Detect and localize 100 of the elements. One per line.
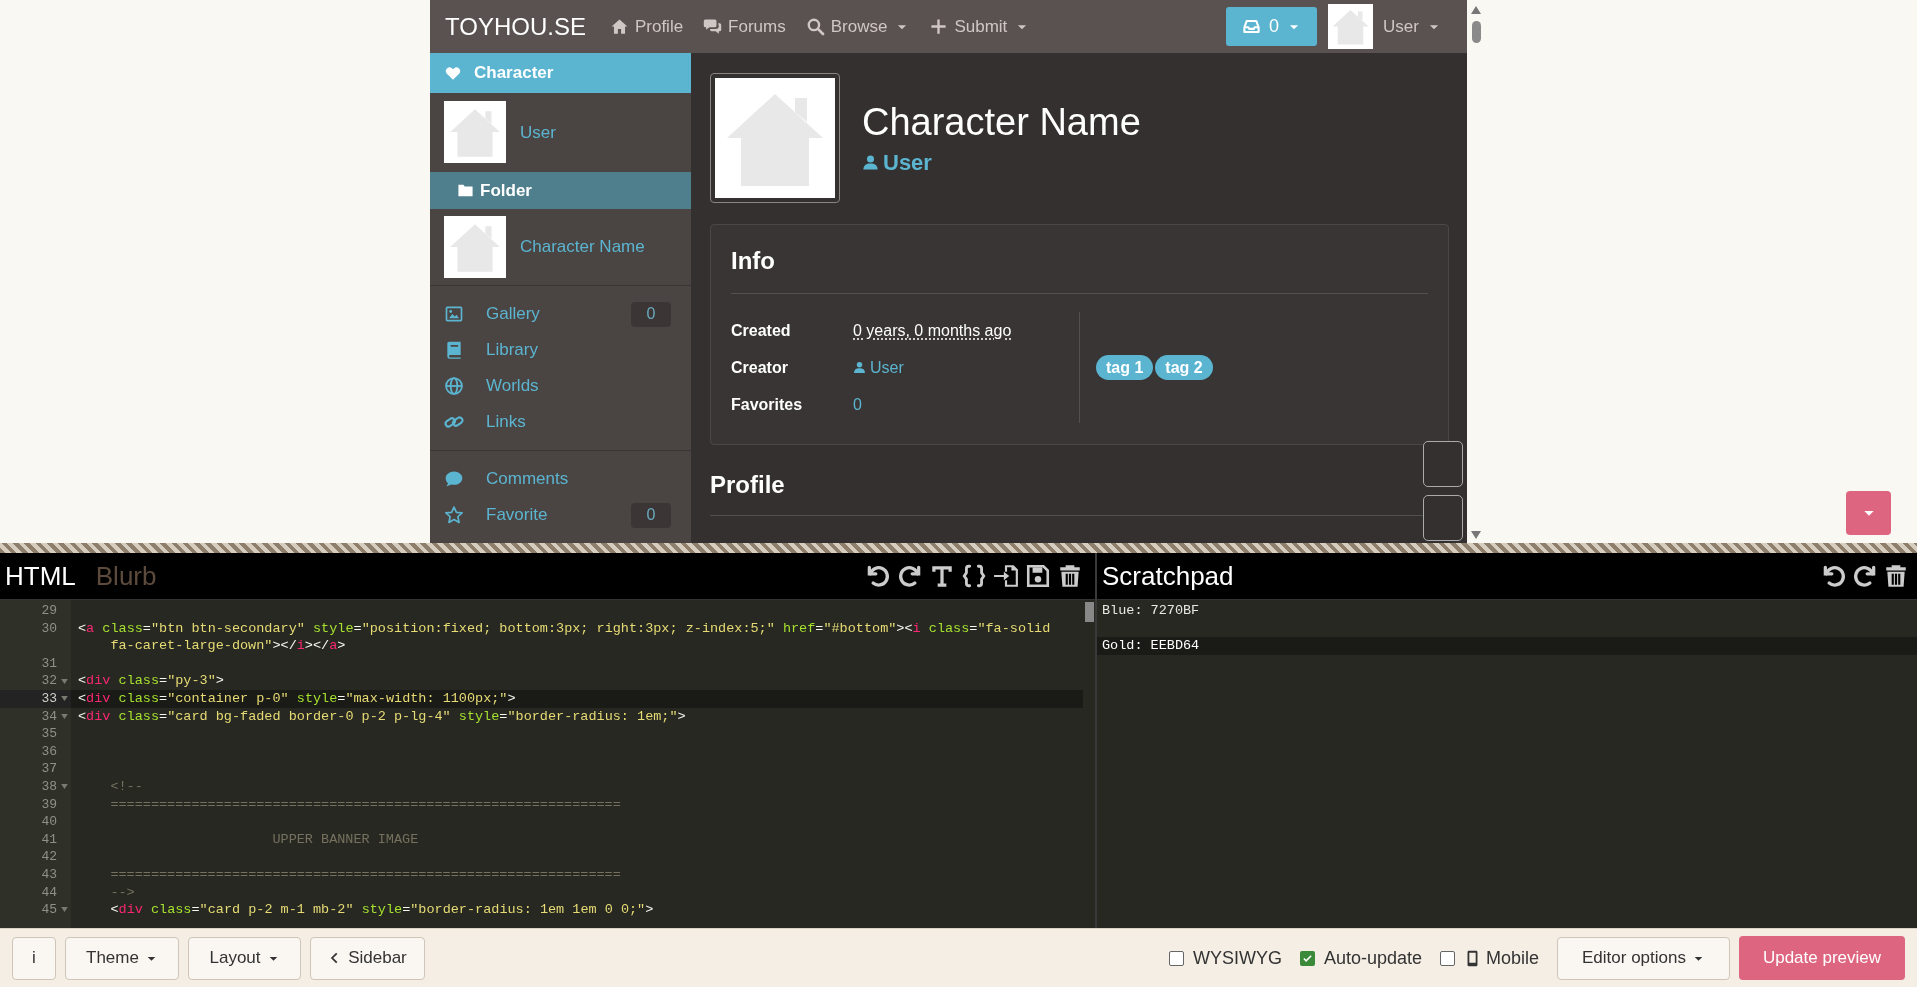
editor-options-button[interactable]: Editor options bbox=[1557, 936, 1730, 980]
toolbar-button[interactable]: Theme bbox=[65, 936, 179, 980]
info-label: Favorites bbox=[731, 394, 804, 415]
square-button[interactable] bbox=[1423, 441, 1463, 487]
search-icon bbox=[805, 17, 825, 36]
fold-icon[interactable] bbox=[60, 696, 68, 702]
code-line: =============================================================== bbox=[109, 865, 622, 884]
favorites-link[interactable]: 0 bbox=[853, 392, 862, 417]
scroll-down-icon[interactable] bbox=[1471, 531, 1481, 539]
line-number: 36 bbox=[41, 742, 57, 761]
undo-icon[interactable] bbox=[865, 563, 891, 589]
redo-icon[interactable] bbox=[1852, 563, 1878, 589]
checkbox-label: Mobile bbox=[1485, 946, 1539, 970]
avatar-placeholder bbox=[444, 216, 506, 279]
redo-icon[interactable] bbox=[897, 563, 923, 589]
import-icon[interactable] bbox=[993, 563, 1019, 589]
line-number: 32 bbox=[41, 672, 57, 690]
sidebar-menu-item[interactable]: Favorite 0 bbox=[430, 497, 691, 533]
sidebar-menu-item[interactable]: Gallery 0 bbox=[430, 296, 691, 332]
checkbox-label: WYSIWYG bbox=[1192, 946, 1282, 970]
line-number: 39 bbox=[41, 795, 57, 814]
line-number: 29 bbox=[41, 602, 57, 620]
tag-pill[interactable]: tag 2 bbox=[1155, 355, 1213, 380]
editor-tab[interactable]: HTML bbox=[5, 556, 76, 596]
panel-title: Scratchpad bbox=[1102, 559, 1234, 593]
toolbar-button[interactable]: i bbox=[12, 936, 56, 980]
line-number: 34 bbox=[41, 707, 57, 726]
sidebar-header[interactable]: Character bbox=[430, 53, 691, 94]
plus-icon bbox=[929, 17, 949, 36]
toolbar-button[interactable]: Sidebar bbox=[310, 936, 425, 980]
trash-icon[interactable] bbox=[1057, 563, 1083, 589]
count-badge: 0 bbox=[631, 301, 671, 327]
fold-icon[interactable] bbox=[60, 678, 68, 684]
user-menu[interactable]: User bbox=[1383, 13, 1441, 40]
braces-icon[interactable] bbox=[961, 563, 987, 589]
sidebar-menu-item[interactable]: Comments bbox=[430, 461, 691, 497]
save-icon[interactable] bbox=[1025, 563, 1051, 589]
character-link[interactable]: Character Name bbox=[520, 234, 645, 260]
check-icon bbox=[1301, 952, 1313, 964]
code-line: <a class="btn btn-secondary" style="position:fixed; bottom:3px; right:3px; z-index:5;" href="#bottom"><i class="fa-solid fa-caret-large-down"></i></a> bbox=[78, 619, 1052, 655]
fold-icon[interactable] bbox=[60, 713, 68, 719]
checkbox-label: Auto-update bbox=[1323, 946, 1422, 970]
line-number: 37 bbox=[41, 760, 57, 778]
code-line: <div class="card bg-faded border-0 p-2 p-lg-4" style="border-radius: 1em;"> bbox=[78, 707, 687, 726]
image-icon bbox=[444, 304, 464, 324]
code-line: --> bbox=[109, 883, 136, 902]
nav-link[interactable]: Browse bbox=[805, 13, 910, 40]
user-icon bbox=[862, 153, 879, 171]
line-number: 33 bbox=[41, 689, 57, 708]
owner-link[interactable]: User bbox=[520, 119, 556, 146]
folder-header[interactable]: Folder bbox=[430, 171, 691, 210]
nav-link[interactable]: Forums bbox=[703, 13, 786, 40]
checkbox[interactable] bbox=[1439, 950, 1455, 966]
update-preview-button[interactable]: Update preview bbox=[1739, 936, 1905, 980]
info-label: Creator bbox=[731, 357, 789, 378]
sidebar-menu-item[interactable]: Worlds bbox=[430, 368, 691, 404]
line-number: 35 bbox=[41, 725, 57, 743]
text-icon[interactable] bbox=[929, 563, 955, 589]
nav-link[interactable]: Profile bbox=[609, 13, 684, 40]
info-label: Created bbox=[731, 320, 792, 341]
checkbox[interactable] bbox=[1168, 950, 1184, 966]
star-icon bbox=[444, 505, 464, 525]
inbox-icon bbox=[1242, 17, 1262, 36]
fold-icon[interactable] bbox=[60, 784, 68, 790]
square-button[interactable] bbox=[1423, 495, 1463, 541]
editor-tab[interactable]: Blurb bbox=[95, 556, 157, 596]
owner-link[interactable]: User bbox=[862, 145, 1141, 179]
code-line: <div class="container p-0" style="max-width: 1100px;"> bbox=[78, 689, 517, 708]
book-icon bbox=[444, 340, 464, 360]
character-name: Character Name bbox=[862, 99, 1141, 145]
checkbox[interactable] bbox=[1299, 950, 1315, 966]
undo-icon[interactable] bbox=[1821, 563, 1847, 589]
avatar-placeholder bbox=[1328, 4, 1374, 49]
line-number: 43 bbox=[41, 865, 57, 884]
toolbar-button[interactable]: Layout bbox=[188, 936, 301, 980]
home-icon bbox=[609, 17, 629, 36]
scroll-up-icon[interactable] bbox=[1471, 6, 1481, 14]
tag-pill[interactable]: tag 1 bbox=[1096, 355, 1154, 380]
line-number: 31 bbox=[41, 654, 57, 673]
scrollbar-thumb[interactable] bbox=[1084, 602, 1094, 622]
inbox-button[interactable]: 0 bbox=[1226, 7, 1318, 46]
scratchpad-line: Blue: 7270BF bbox=[1101, 602, 1201, 620]
line-number: 42 bbox=[41, 848, 57, 866]
line-number: 45 bbox=[41, 901, 57, 919]
code-line: =============================================================== bbox=[109, 795, 622, 814]
user-icon bbox=[853, 361, 866, 374]
globe-icon bbox=[444, 376, 464, 396]
sidebar-menu-item[interactable]: Links bbox=[430, 404, 691, 440]
sidebar-menu-item[interactable]: Library bbox=[430, 332, 691, 368]
speech-bubble-icon bbox=[444, 469, 464, 489]
nav-link[interactable]: Submit bbox=[929, 13, 1030, 40]
fold-icon[interactable] bbox=[60, 907, 68, 913]
brand-logo[interactable]: TOYHOU.SE bbox=[445, 8, 586, 45]
creator-link[interactable]: User bbox=[853, 355, 904, 380]
trash-icon[interactable] bbox=[1883, 563, 1909, 589]
scrollbar-thumb[interactable] bbox=[1471, 21, 1481, 43]
line-number: 30 bbox=[41, 619, 57, 638]
line-number: 41 bbox=[41, 830, 57, 849]
avatar-placeholder bbox=[444, 101, 506, 164]
card-title: Info bbox=[731, 243, 1428, 294]
